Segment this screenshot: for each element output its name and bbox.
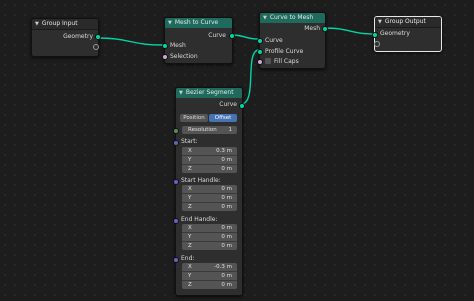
- node-header[interactable]: ▼ Bezier Segment: [176, 88, 242, 98]
- axis-y-label: Y: [188, 157, 192, 163]
- end-x-value: -0.3 m: [214, 264, 232, 270]
- mesh-input-socket[interactable]: [162, 43, 168, 49]
- curve-input-socket[interactable]: [257, 38, 263, 44]
- axis-z-label: Z: [188, 166, 192, 172]
- mesh-to-curve-node[interactable]: ▼ Mesh to Curve Curve Mesh Selection: [162, 17, 235, 64]
- axis-x-label: X: [188, 186, 192, 192]
- end-handle-label: End Handle:: [181, 216, 218, 223]
- start-y-value: 0 m: [221, 157, 232, 163]
- start-y-field[interactable]: Y 0 m: [182, 156, 237, 165]
- start-label: Start:: [181, 138, 198, 145]
- start-x-field[interactable]: X 0.3 m: [182, 147, 237, 156]
- empty-output-socket[interactable]: [93, 44, 99, 50]
- end-handle-z-field[interactable]: Z 0 m: [182, 242, 237, 250]
- start-handle-z-field[interactable]: Z 0 m: [182, 203, 237, 211]
- resolution-field[interactable]: Resolution 1: [182, 126, 237, 134]
- fill-caps-label: Fill Caps: [274, 58, 299, 65]
- node-title: Bezier Segment: [185, 89, 234, 96]
- group-output-node[interactable]: ▼ Group Output Geometry: [372, 16, 442, 52]
- end-z-value: 0 m: [221, 282, 232, 288]
- geometry-output-socket[interactable]: [95, 34, 101, 40]
- axis-x-label: X: [188, 148, 192, 154]
- start-handle-label: Start Handle:: [181, 177, 221, 184]
- axis-y-label: Y: [188, 273, 192, 279]
- start-handle-z-value: 0 m: [221, 204, 232, 210]
- end-handle-y-value: 0 m: [221, 234, 232, 240]
- node-header[interactable]: ▼ Group Input: [32, 19, 98, 30]
- axis-x-label: X: [188, 225, 192, 231]
- end-input-socket[interactable]: [173, 257, 179, 263]
- link-mesh-to-curve-to-curve-to-mesh: [230, 34, 259, 40]
- output-curve-label: Curve: [208, 32, 226, 39]
- curve-to-mesh-node[interactable]: ▼ Curve to Mesh Mesh Curve Profile Curve…: [257, 12, 328, 69]
- start-x-value: 0.3 m: [216, 148, 232, 154]
- axis-z-label: Z: [188, 282, 192, 288]
- collapse-chevron-icon[interactable]: ▼: [263, 13, 267, 23]
- input-mesh-label: Mesh: [170, 42, 186, 49]
- bezier-segment-node[interactable]: ▼ Bezier Segment Curve Position Offset R…: [173, 87, 245, 296]
- node-title: Mesh to Curve: [174, 19, 219, 26]
- axis-y-label: Y: [188, 195, 192, 201]
- end-z-field[interactable]: Z 0 m: [182, 281, 237, 289]
- end-handle-z-value: 0 m: [221, 243, 232, 249]
- link-curve-to-mesh-to-group-output: [323, 27, 375, 35]
- end-y-value: 0 m: [221, 273, 232, 279]
- start-z-value: 0 m: [221, 166, 232, 172]
- collapse-chevron-icon[interactable]: ▼: [168, 18, 172, 28]
- axis-y-label: Y: [188, 234, 192, 240]
- selection-input-socket[interactable]: [162, 54, 168, 60]
- output-geometry-label: Geometry: [63, 33, 93, 40]
- start-input-socket[interactable]: [173, 140, 179, 146]
- node-header[interactable]: ▼ Mesh to Curve: [165, 18, 232, 28]
- link-group-input-to-mesh-to-curve: [96, 37, 164, 46]
- collapse-chevron-icon[interactable]: ▼: [179, 88, 183, 98]
- start-handle-y-value: 0 m: [221, 195, 232, 201]
- mode-offset-button[interactable]: Offset: [209, 114, 237, 122]
- collapse-chevron-icon[interactable]: ▼: [35, 19, 39, 29]
- resolution-label: Resolution: [188, 127, 217, 133]
- end-y-field[interactable]: Y 0 m: [182, 272, 237, 281]
- fill-caps-checkbox[interactable]: [265, 58, 271, 64]
- start-handle-x-field[interactable]: X 0 m: [182, 185, 237, 194]
- fill-caps-input-socket[interactable]: [257, 59, 263, 65]
- collapse-chevron-icon[interactable]: ▼: [378, 17, 382, 27]
- axis-z-label: Z: [188, 204, 192, 210]
- node-header[interactable]: ▼ Curve to Mesh: [260, 13, 325, 23]
- input-curve-label: Curve: [265, 37, 283, 44]
- curve-output-socket[interactable]: [229, 33, 235, 39]
- node-title: Curve to Mesh: [269, 14, 314, 21]
- end-label: End:: [181, 255, 195, 262]
- curve-output-socket[interactable]: [239, 103, 245, 109]
- empty-input-socket[interactable]: [374, 41, 380, 47]
- geometry-input-socket[interactable]: [372, 32, 378, 38]
- end-x-field[interactable]: X -0.3 m: [182, 263, 237, 272]
- profile-curve-input-socket[interactable]: [257, 49, 263, 55]
- end-handle-x-field[interactable]: X 0 m: [182, 224, 237, 233]
- input-profile-curve-label: Profile Curve: [265, 48, 304, 55]
- axis-z-label: Z: [188, 243, 192, 249]
- start-handle-x-value: 0 m: [221, 186, 232, 192]
- start-handle-input-socket[interactable]: [173, 179, 179, 185]
- resolution-input-socket[interactable]: [173, 128, 179, 134]
- node-title: Group Output: [384, 18, 426, 25]
- mesh-output-socket[interactable]: [322, 26, 328, 32]
- resolution-value: 1: [228, 127, 233, 133]
- node-header[interactable]: ▼ Group Output: [375, 17, 441, 28]
- start-handle-y-field[interactable]: Y 0 m: [182, 194, 237, 203]
- mode-position-button[interactable]: Position: [180, 114, 208, 122]
- input-selection-label: Selection: [170, 53, 198, 60]
- end-handle-input-socket[interactable]: [173, 218, 179, 224]
- output-curve-label: Curve: [219, 101, 237, 108]
- axis-x-label: X: [188, 264, 192, 270]
- end-handle-y-field[interactable]: Y 0 m: [182, 233, 237, 242]
- end-handle-x-value: 0 m: [221, 225, 232, 231]
- link-bezier-to-profile-curve: [240, 49, 260, 105]
- start-z-field[interactable]: Z 0 m: [182, 165, 237, 173]
- node-title: Group Input: [41, 20, 78, 27]
- group-input-node[interactable]: ▼ Group Input Geometry: [31, 18, 101, 57]
- input-geometry-label: Geometry: [380, 30, 410, 37]
- output-mesh-label: Mesh: [304, 25, 320, 32]
